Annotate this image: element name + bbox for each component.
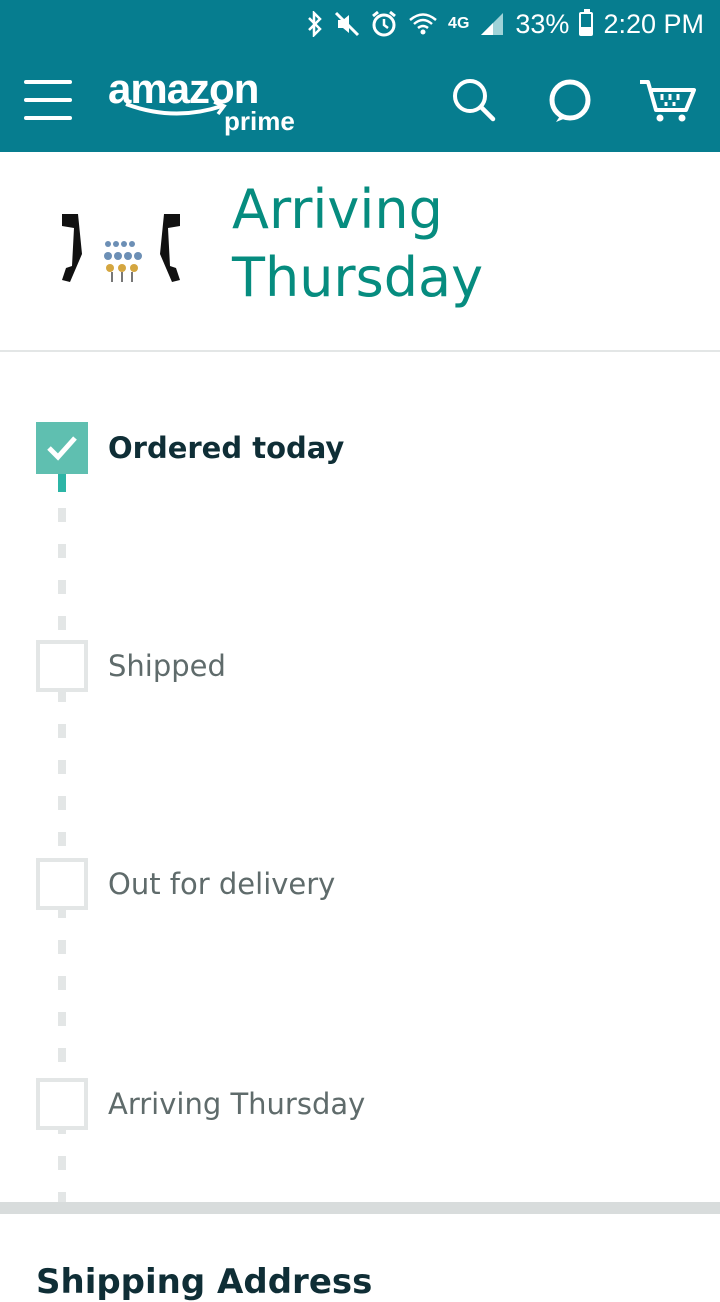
battery-icon (579, 9, 594, 36)
tracker-step-label: Shipped (108, 649, 226, 683)
tracker-step-ordered: Ordered today (36, 422, 344, 474)
tracker-step-label: Ordered today (108, 431, 345, 465)
logo-sub: prime (224, 106, 295, 136)
product-image[interactable] (56, 208, 186, 286)
unchecked-box-icon (36, 1078, 88, 1130)
tracker-step-arriving: Arriving Thursday (36, 1078, 365, 1130)
shipping-address-heading: Shipping Address (36, 1262, 373, 1302)
section-divider (0, 1202, 720, 1214)
delivery-headline: Arriving Thursday (232, 178, 484, 309)
delivery-summary: Arriving Thursday (0, 152, 720, 352)
shipment-tracker: Ordered today Shipped Out for delivery A… (0, 352, 720, 1212)
tracker-step-out-for-delivery: Out for delivery (36, 858, 335, 910)
signal-icon (481, 13, 504, 35)
battery-percent: 33% (515, 8, 570, 39)
alarm-icon (372, 10, 396, 37)
search-icon[interactable] (450, 76, 498, 124)
wifi-icon (409, 13, 437, 35)
bluetooth-icon (308, 11, 322, 37)
mute-icon (334, 11, 360, 37)
unchecked-box-icon (36, 858, 88, 910)
amazon-prime-logo[interactable]: amazon prime (108, 68, 308, 138)
network-4g-icon: 4G (448, 15, 470, 32)
status-icons: 4G 33% 2:20 PM (306, 0, 704, 48)
smile-icon (125, 100, 227, 116)
tracker-step-label: Out for delivery (108, 867, 336, 901)
tracker-step-label: Arriving Thursday (108, 1087, 366, 1121)
tracker-step-shipped: Shipped (36, 640, 226, 692)
alexa-icon[interactable] (546, 76, 594, 124)
tracker-line-progress (58, 472, 66, 492)
clock: 2:20 PM (603, 8, 704, 39)
menu-icon[interactable] (24, 80, 72, 120)
app-header: amazon prime (0, 48, 720, 152)
checkmark-icon (36, 422, 88, 474)
status-bar: 4G 33% 2:20 PM (0, 0, 720, 48)
cart-icon[interactable] (638, 76, 698, 124)
unchecked-box-icon (36, 640, 88, 692)
